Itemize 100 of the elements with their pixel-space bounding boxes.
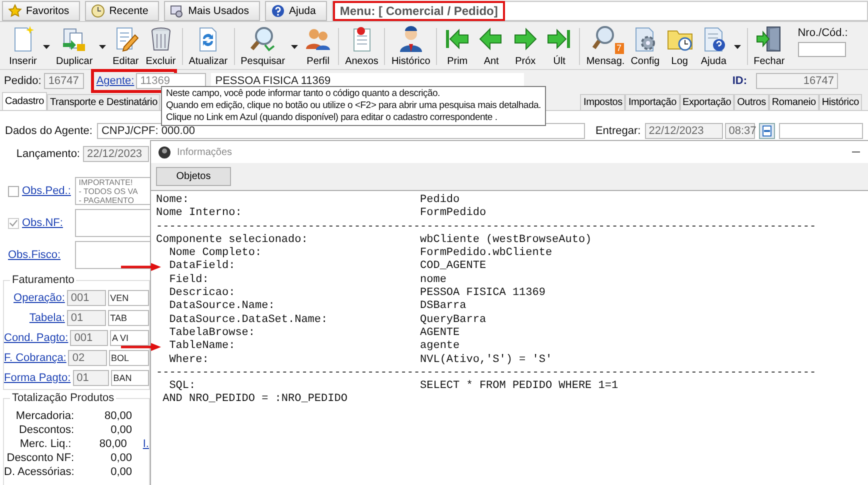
toolbar-button[interactable]: Próx: [508, 24, 542, 69]
total-value: 80,00: [98, 438, 127, 450]
obs-link[interactable]: Obs.NF:: [22, 217, 63, 229]
id-label: ID:: [732, 75, 747, 87]
info-key: Field:: [156, 274, 420, 288]
tab[interactable]: Impostos: [580, 94, 626, 110]
toolbar-button[interactable]: Últ: [542, 24, 576, 69]
description-field[interactable]: BAN: [111, 370, 149, 386]
info-value: AND NRO_PEDIDO = :NRO_PEDIDO: [162, 393, 348, 407]
order-label: Pedido:: [4, 75, 42, 87]
obs-link[interactable]: Obs.Fisco:: [8, 249, 61, 261]
caret-icon: [98, 44, 106, 48]
tab[interactable]: Exportação: [680, 94, 734, 110]
toolbar-button[interactable]: Prim: [440, 24, 474, 69]
toolbar-button[interactable]: Anexos: [342, 24, 382, 69]
description-field[interactable]: A VI: [110, 330, 149, 346]
info-link[interactable]: I.: [142, 438, 149, 450]
info-value: FormPedido: [420, 207, 486, 221]
description-field[interactable]: BOL: [108, 350, 149, 366]
info-key: Componente selecionado:: [156, 234, 420, 248]
info-value: wbCliente (westBrowseAuto): [420, 234, 592, 247]
total-value: 0,00: [110, 452, 132, 464]
toolbar-button[interactable]: Pesquisar: [238, 24, 302, 69]
checkbox[interactable]: [8, 186, 19, 196]
clock-icon: [91, 4, 106, 18]
obs-text-line: IMPORTANTE!: [78, 178, 134, 187]
group-title: Faturamento: [10, 274, 76, 286]
tab[interactable]: Outros: [734, 94, 769, 110]
info-value: nome: [420, 274, 446, 288]
launch-date-field[interactable]: 22/12/2023: [83, 146, 149, 162]
tab[interactable]: Importação: [625, 94, 680, 110]
exit-door-icon: [755, 25, 784, 53]
shortcut-tab[interactable]: Favoritos: [2, 1, 80, 21]
info-value: COD_AGENTE: [420, 260, 486, 274]
agent-data-label: Dados do Agente:: [5, 125, 92, 137]
toolbar-button[interactable]: Log: [662, 24, 697, 69]
search-icon: [248, 25, 277, 53]
billing-link[interactable]: Forma Pagto:: [4, 372, 71, 384]
toolbar-button[interactable]: Duplicar: [53, 24, 109, 69]
id-field: 16747: [756, 73, 838, 89]
info-key: Where:: [156, 354, 420, 367]
tab[interactable]: Cadastro: [2, 92, 47, 110]
toolbar-button[interactable]: Config: [628, 24, 663, 69]
calendar-button-icon[interactable]: [758, 123, 775, 139]
minimize-icon[interactable]: [852, 149, 860, 155]
tab[interactable]: Transporte e Destinatário: [46, 94, 160, 110]
deliver-extra-field[interactable]: [778, 123, 863, 139]
billing-link[interactable]: Tabela:: [29, 312, 65, 324]
toolbar-button[interactable]: Ant: [474, 24, 508, 69]
order-field[interactable]: 16747: [44, 73, 84, 89]
toolbar-button[interactable]: Ajuda: [696, 24, 744, 69]
toolbar-button[interactable]: 7 Mensag.: [583, 24, 628, 69]
billing-link[interactable]: F. Cobrança:: [4, 352, 66, 364]
caret-icon: [291, 44, 298, 48]
toolbar-button[interactable]: Perfil: [301, 24, 336, 69]
description-field[interactable]: TAB: [108, 310, 149, 326]
code-field[interactable]: 01: [72, 370, 110, 386]
shortcut-tab[interactable]: Ajuda: [265, 1, 327, 21]
deliver-time-field[interactable]: 08:37: [724, 123, 755, 139]
code-field[interactable]: [798, 42, 846, 57]
objects-button[interactable]: Objetos: [156, 167, 231, 186]
deliver-date-field[interactable]: 22/12/2023: [644, 123, 723, 139]
toolbar-button[interactable]: Excluir: [142, 24, 179, 69]
description-field[interactable]: VEN: [108, 290, 149, 306]
code-label: Nro./Cód.:: [798, 27, 848, 39]
deliver-label: Entregar:: [595, 125, 641, 137]
code-field[interactable]: 001: [70, 330, 108, 346]
info-value: PESSOA FISICA 11369: [420, 287, 546, 300]
code-field[interactable]: 001: [66, 290, 106, 306]
billing-link[interactable]: Cond. Pagto:: [4, 332, 68, 344]
links-icon: [170, 4, 184, 18]
toolbar-button[interactable]: Atualizar: [186, 24, 231, 69]
agent-link[interactable]: Agente:: [96, 75, 134, 87]
dashed-rule-text: ----------------------------------------------------------------------------------------------------: [156, 220, 816, 234]
tooltip-line: Clique no Link em Azul (quando disponível) para editar o cadastro correspondente .: [166, 112, 498, 124]
tab[interactable]: Histórico: [818, 94, 862, 110]
shortcut-tab[interactable]: Recente: [85, 1, 160, 21]
billing-link[interactable]: Operação:: [14, 292, 65, 304]
checkbox[interactable]: [8, 218, 19, 228]
obs-text-line: - TODOS OS VA: [78, 187, 139, 196]
tab[interactable]: Romaneio: [768, 94, 819, 110]
total-label: Merc. Liq.:: [18, 438, 72, 450]
info-key: DataSource.DataSet.Name:: [156, 314, 420, 327]
toolbar-button[interactable]: Inserir: [6, 24, 53, 69]
toolbar-button[interactable]: Fechar: [750, 24, 788, 69]
code-field[interactable]: 01: [66, 310, 106, 326]
code-field[interactable]: 02: [68, 350, 107, 366]
toolbar-button[interactable]: Editar: [108, 24, 143, 69]
total-label: D. Acessórias:: [4, 466, 74, 478]
total-value: 0,00: [110, 424, 132, 436]
info-value: NVL(Ativo,'S') = 'S': [420, 354, 552, 367]
info-key: Nome:: [156, 194, 420, 208]
obs-link[interactable]: Obs.Ped.:: [22, 185, 71, 197]
group-title: Totalização Produtos: [10, 392, 116, 404]
tooltip-line: Quando em edição, clique no botão ou utilize o <F2> para abrir uma pesquisa mais detalhada.: [166, 100, 541, 112]
info-value: AGENTE: [420, 326, 460, 340]
shortcut-tab[interactable]: Mais Usados: [164, 1, 260, 21]
info-key: SQL:: [156, 380, 420, 394]
toolbar-button[interactable]: Histórico: [388, 24, 434, 69]
info-value: Pedido: [420, 194, 460, 207]
